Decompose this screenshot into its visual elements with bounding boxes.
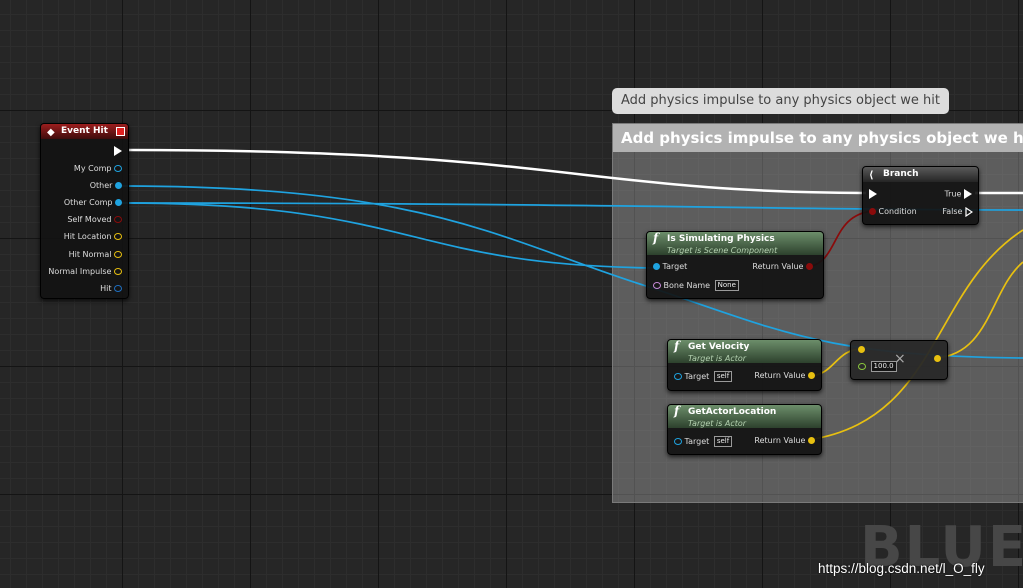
pin-label: Normal Impulse [48, 267, 112, 276]
condition-label: Condition [878, 207, 917, 216]
bool-pin-icon [869, 208, 876, 215]
bone-label: Bone Name [663, 281, 711, 290]
multiply-float-in-pin[interactable]: 100.0 [858, 361, 897, 372]
pin-label: Other Comp [63, 198, 113, 207]
event-hit-header[interactable]: ◆ Event Hit [41, 124, 128, 139]
bool-pin-icon [114, 216, 122, 223]
pin-hit-location[interactable]: Hit Location [64, 232, 122, 241]
target-self-field[interactable]: self [713, 436, 733, 447]
pin-label: Self Moved [67, 215, 112, 224]
get-velocity-header[interactable]: f Get Velocity Target is Actor [668, 340, 821, 363]
vector-pin-icon [808, 437, 815, 444]
multiply-out-pin[interactable] [934, 354, 941, 363]
object-pin-icon [115, 182, 122, 189]
is-simulating-target-pin[interactable]: Target [653, 262, 687, 271]
get-actor-location-header[interactable]: f GetActorLocation Target is Actor [668, 405, 821, 428]
get-actor-location-title: GetActorLocation [688, 407, 777, 417]
get-actor-location-subtitle: Target is Actor [688, 419, 747, 428]
is-simulating-bone-pin[interactable]: Bone Name None [653, 280, 739, 291]
branch-node[interactable]: ⟨ Branch True Condition False [862, 166, 979, 225]
object-pin-icon [114, 165, 122, 172]
get-velocity-node[interactable]: f Get Velocity Target is Actor Target se… [667, 339, 822, 391]
target-label: Target [662, 262, 688, 271]
true-label: True [944, 189, 962, 199]
get-velocity-return-pin[interactable]: Return Value [754, 371, 815, 380]
return-label: Return Value [752, 262, 804, 271]
branch-title: Branch [883, 169, 919, 179]
get-actor-location-return-pin[interactable]: Return Value [754, 436, 815, 445]
is-simulating-physics-node[interactable]: f Is Simulating Physics Target is Scene … [646, 231, 824, 299]
get-velocity-title: Get Velocity [688, 342, 750, 352]
pin-other-comp[interactable]: Other Comp [64, 198, 122, 207]
object-pin-icon [115, 199, 122, 206]
pin-label: Other [89, 181, 113, 190]
multiply-value-field[interactable]: 100.0 [870, 361, 897, 372]
function-icon: f [674, 404, 680, 418]
exec-arrow-icon [114, 146, 122, 156]
get-velocity-target-pin[interactable]: Target self [674, 371, 733, 382]
get-velocity-subtitle: Target is Actor [688, 354, 747, 363]
float-pin-icon [858, 363, 866, 370]
delegate-pin-icon[interactable] [116, 127, 125, 136]
vector-pin-icon [114, 233, 122, 240]
vector-pin-icon [114, 251, 122, 258]
source-url: https://blog.csdn.net/l_O_fly [818, 561, 985, 576]
object-pin-icon [653, 263, 660, 270]
false-label: False [942, 207, 963, 216]
pin-my-comp[interactable]: My Comp [74, 164, 122, 173]
pin-label: Hit Normal [68, 250, 112, 259]
pin-normal-impulse[interactable]: Normal Impulse [48, 267, 122, 276]
struct-pin-icon [114, 285, 122, 292]
other-comp-to-target-wire [119, 202, 657, 269]
vector-pin-icon [934, 355, 941, 362]
object-pin-icon [674, 438, 682, 445]
get-actor-location-node[interactable]: f GetActorLocation Target is Actor Targe… [667, 404, 822, 455]
vector-pin-icon [808, 372, 815, 379]
function-icon: f [653, 231, 659, 245]
return-label: Return Value [754, 436, 806, 445]
exec-arrow-icon [869, 189, 877, 199]
pin-label: My Comp [73, 164, 112, 173]
object-pin-icon [674, 373, 682, 380]
branch-condition-pin[interactable]: Condition [869, 207, 917, 216]
is-simulating-subtitle: Target is Scene Component [667, 246, 778, 255]
pin-other[interactable]: Other [90, 181, 122, 190]
exec-arrow-icon [964, 189, 972, 199]
multiply-vector-in-pin[interactable] [858, 345, 865, 354]
bone-name-field[interactable]: None [714, 280, 739, 291]
exec-out-pin[interactable] [114, 146, 122, 156]
bool-pin-icon [806, 263, 813, 270]
multiply-node[interactable]: × 100.0 [850, 340, 948, 380]
pin-self-moved[interactable]: Self Moved [67, 215, 122, 224]
pin-hit[interactable]: Hit [100, 284, 122, 293]
target-label: Target [684, 437, 710, 446]
branch-false-pin[interactable]: False [942, 207, 973, 217]
vector-pin-icon [114, 268, 122, 275]
comment-bubble[interactable]: Add physics impulse to any physics objec… [612, 88, 949, 114]
branch-icon: ⟨ [869, 170, 874, 181]
event-hit-node[interactable]: ◆ Event Hit My Comp Other Other Comp Sel… [40, 123, 129, 299]
branch-exec-in-pin[interactable] [869, 189, 877, 199]
event-hit-title: Event Hit [61, 126, 108, 136]
branch-header[interactable]: ⟨ Branch [863, 167, 978, 182]
branch-true-pin[interactable]: True [944, 189, 972, 199]
function-icon: f [674, 339, 680, 353]
is-simulating-return-pin[interactable]: Return Value [752, 262, 813, 271]
vector-pin-icon [858, 346, 865, 353]
target-label: Target [684, 372, 710, 381]
event-diamond-icon: ◆ [47, 127, 55, 138]
pin-label: Hit [100, 284, 112, 293]
is-simulating-title: Is Simulating Physics [667, 234, 775, 244]
is-simulating-header[interactable]: f Is Simulating Physics Target is Scene … [647, 232, 823, 255]
target-self-field[interactable]: self [713, 371, 733, 382]
return-label: Return Value [754, 371, 806, 380]
comment-title: Add physics impulse to any physics objec… [613, 124, 1023, 152]
pin-hit-normal[interactable]: Hit Normal [69, 250, 122, 259]
name-pin-icon [653, 282, 661, 289]
get-actor-location-target-pin[interactable]: Target self [674, 436, 733, 447]
pin-label: Hit Location [63, 232, 112, 241]
exec-hollow-arrow-icon [965, 207, 973, 217]
